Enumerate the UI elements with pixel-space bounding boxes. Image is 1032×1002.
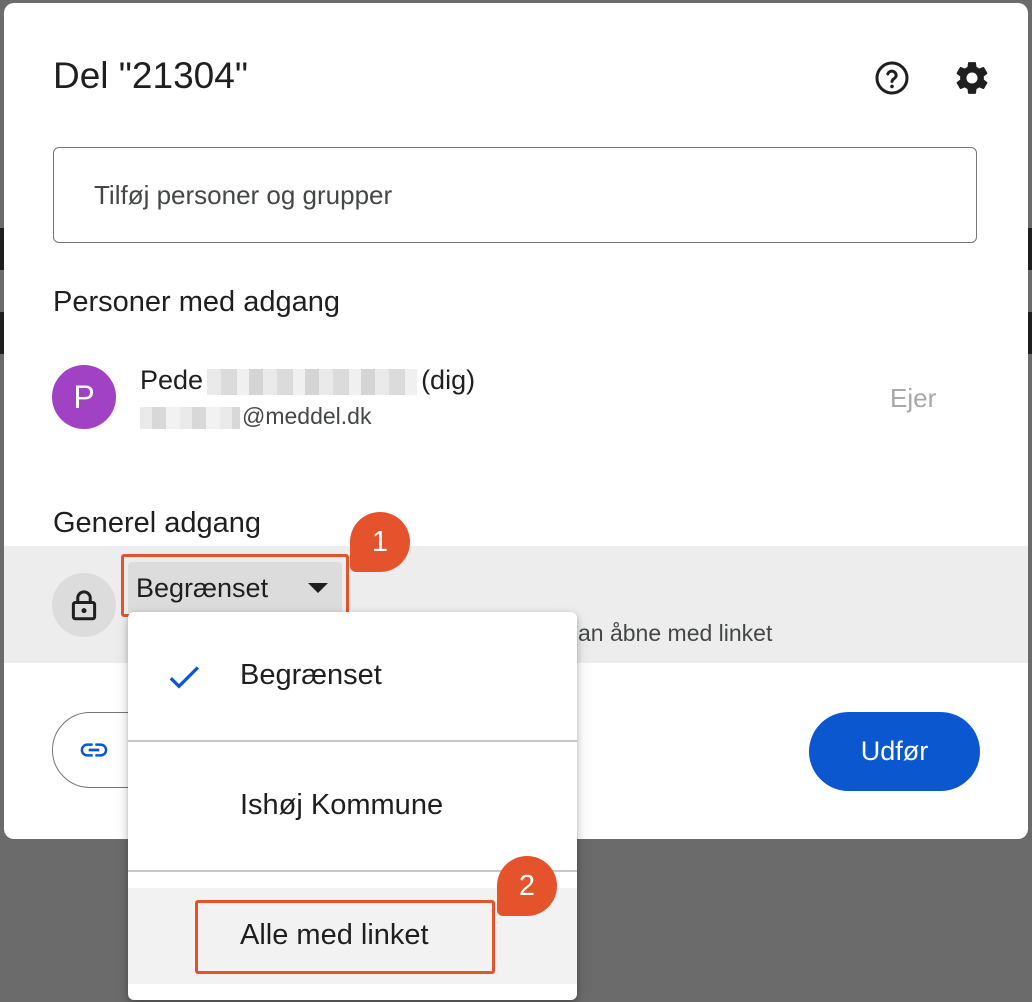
annotation-highlight-2 xyxy=(195,900,495,974)
access-description: an åbne med linket xyxy=(578,620,773,646)
email-domain: @meddel.dk xyxy=(242,403,372,429)
menu-item-begraenset[interactable]: Begrænset xyxy=(128,612,577,740)
redacted-name xyxy=(207,368,418,395)
link-icon xyxy=(80,743,108,757)
add-people-input[interactable] xyxy=(53,147,977,243)
settings-button[interactable] xyxy=(950,56,994,100)
annotation-highlight-1 xyxy=(121,554,349,617)
person-email: @meddel.dk xyxy=(140,403,371,430)
dialog-title: Del "21304" xyxy=(53,55,248,96)
annotation-badge-2: 2 xyxy=(497,856,557,916)
menu-item-label: Begrænset xyxy=(240,659,382,691)
help-button[interactable] xyxy=(870,56,914,100)
person-name-visible: Pede xyxy=(140,365,204,395)
people-section-heading: Personer med adgang xyxy=(53,286,340,318)
menu-item-ishoj-kommune[interactable]: Ishøj Kommune xyxy=(128,742,577,869)
annotation-badge-1: 1 xyxy=(350,512,410,572)
help-circle-icon xyxy=(875,61,909,95)
general-access-heading: Generel adgang xyxy=(53,507,261,539)
lock-icon-container xyxy=(52,573,116,637)
checkmark-icon xyxy=(169,666,199,689)
role-label: Ejer xyxy=(890,383,937,413)
avatar: P xyxy=(52,365,116,429)
person-name: Pede (dig) xyxy=(140,365,475,396)
menu-item-label: Ishøj Kommune xyxy=(240,789,444,821)
gear-icon xyxy=(956,62,988,94)
done-button[interactable]: Udfør xyxy=(809,712,980,791)
lock-icon xyxy=(71,590,97,621)
redacted-email xyxy=(140,406,240,429)
person-name-suffix: (dig) xyxy=(421,365,476,395)
